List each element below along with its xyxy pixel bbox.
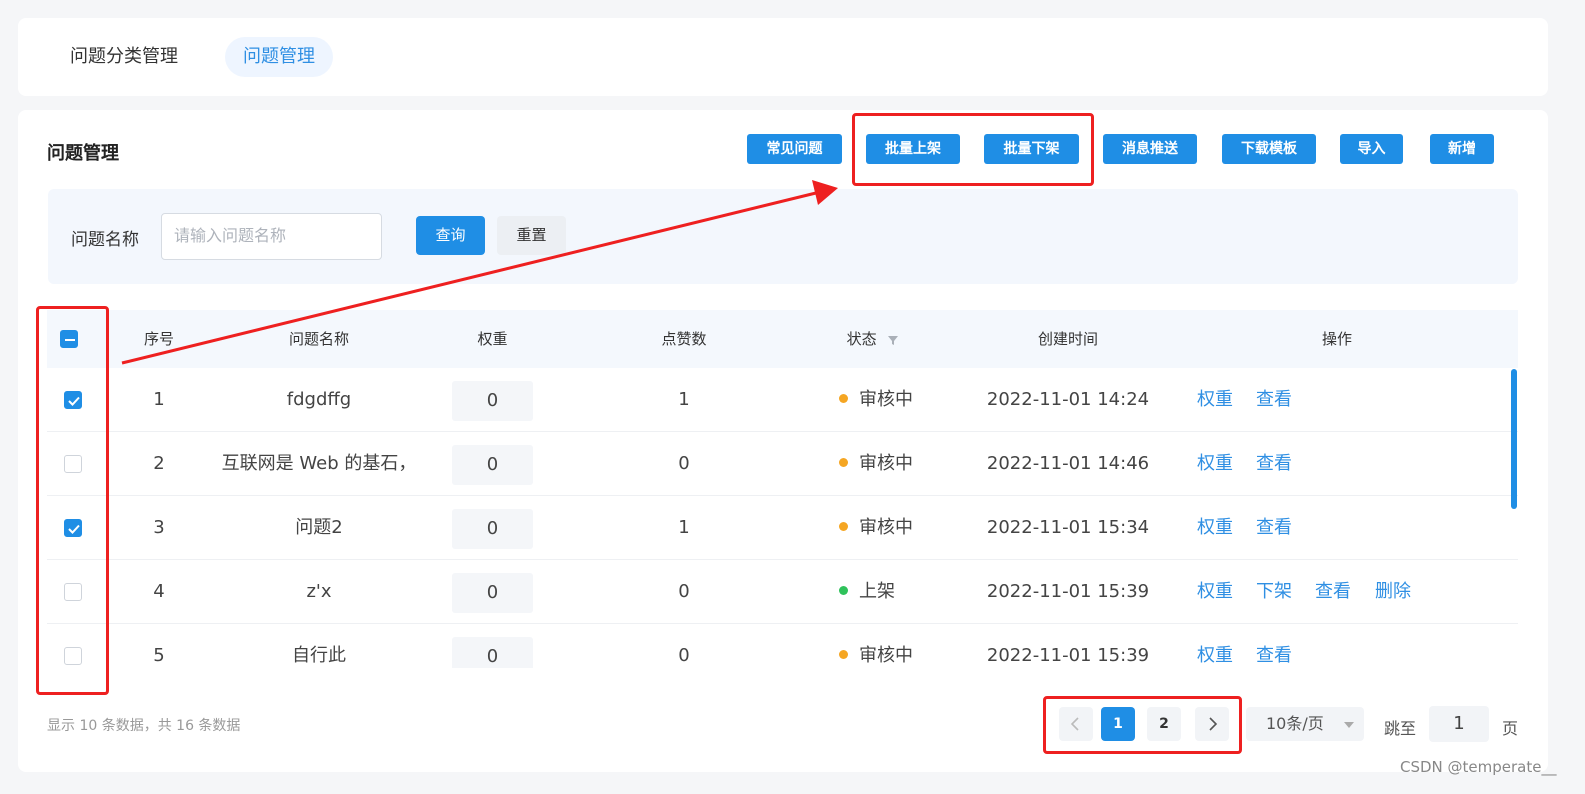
app-root: 问题分类管理 问题管理 问题管理 常见问题 批量上架 批量下架 消息推送 下载模… — [0, 0, 1585, 794]
annotation-arrow — [121, 180, 838, 365]
watermark: CSDN @temperate__ — [1400, 758, 1557, 776]
